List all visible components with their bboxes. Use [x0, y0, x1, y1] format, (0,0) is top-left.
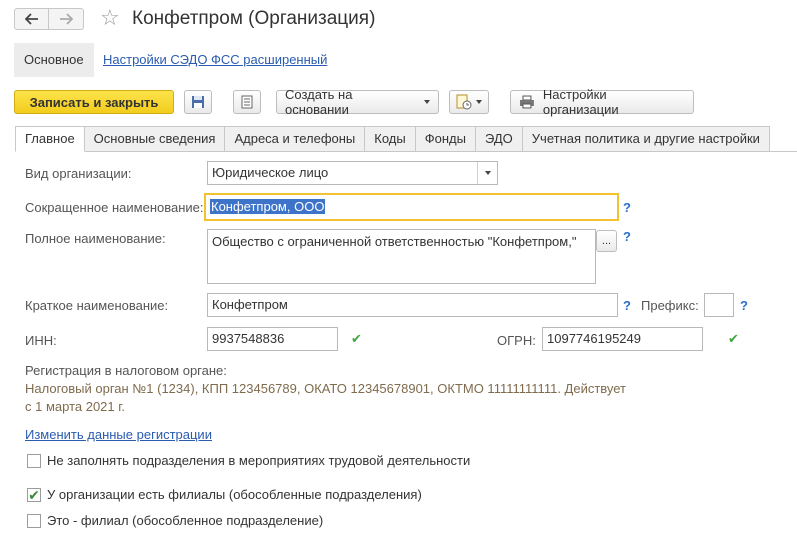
document-list-button[interactable] — [233, 90, 261, 114]
org-type-label: Вид организации: — [25, 166, 132, 181]
tab-bar: Главное Основные сведения Адреса и телеф… — [15, 126, 770, 152]
ogrn-label: ОГРН: — [497, 333, 536, 348]
checkbox-no-subdivisions-label: Не заполнять подразделения в мероприятия… — [47, 453, 471, 468]
organization-settings-button[interactable]: Настройки организации — [510, 87, 694, 117]
reports-button[interactable] — [449, 90, 489, 114]
arrow-right-icon — [60, 13, 73, 25]
report-clock-icon — [456, 94, 472, 110]
favorite-star-icon[interactable]: ☆ — [100, 7, 120, 29]
chevron-down-icon — [476, 100, 482, 104]
tax-registration-label: Регистрация в налоговом органе: — [25, 363, 227, 378]
save-and-close-button[interactable]: Записать и закрыть — [14, 90, 174, 114]
sedo-settings-link[interactable]: Настройки СЭДО ФСС расширенный — [103, 52, 327, 67]
ogrn-value: 1097746195249 — [547, 331, 641, 346]
short-name-help-icon[interactable]: ? — [623, 200, 631, 215]
change-registration-link[interactable]: Изменить данные регистрации — [25, 427, 212, 442]
forward-button[interactable] — [49, 8, 84, 30]
chevron-down-icon — [424, 100, 430, 104]
floppy-disk-icon — [192, 96, 204, 108]
short-name-input[interactable]: Конфетпром, ООО — [204, 193, 619, 221]
prefix-input[interactable] — [704, 293, 734, 317]
section-main[interactable]: Основное — [14, 43, 94, 77]
tab-edo[interactable]: ЭДО — [475, 126, 523, 152]
checkbox-has-branches[interactable]: ✔ — [27, 486, 41, 503]
create-based-on-label: Создать на основании — [285, 87, 353, 117]
org-type-dropdown-button[interactable] — [477, 162, 497, 184]
inn-label: ИНН: — [25, 333, 57, 348]
checkbox-no-subdivisions[interactable] — [27, 453, 41, 468]
checkbox-has-branches-label: У организации есть филиалы (обособленные… — [47, 487, 422, 502]
full-name-choose-button[interactable]: ... — [596, 230, 617, 252]
tab-basic-info[interactable]: Основные сведения — [84, 126, 226, 152]
brief-name-value: Конфетпром — [212, 297, 288, 312]
ogrn-valid-checkmark-icon: ✔ — [728, 331, 739, 346]
tax-registration-line2: с 1 марта 2021 г. — [25, 399, 126, 414]
checkbox-is-branch[interactable] — [27, 513, 41, 528]
org-type-select[interactable]: Юридическое лицо — [207, 161, 498, 185]
tab-codes[interactable]: Коды — [365, 126, 416, 152]
tab-funds[interactable]: Фонды — [415, 126, 476, 152]
brief-name-input[interactable]: Конфетпром — [207, 293, 618, 317]
checkbox-is-branch-row[interactable]: Это - филиал (обособленное подразделение… — [27, 513, 323, 528]
checkbox-no-subdivisions-row[interactable]: Не заполнять подразделения в мероприятия… — [27, 453, 470, 468]
page-title: Конфетпром (Организация) — [132, 8, 376, 29]
save-button[interactable] — [184, 90, 212, 114]
tab-main[interactable]: Главное — [15, 126, 85, 152]
ogrn-input[interactable]: 1097746195249 — [542, 327, 703, 351]
tab-addresses-phones[interactable]: Адреса и телефоны — [225, 126, 366, 152]
document-list-icon — [241, 95, 253, 109]
full-name-value: Общество с ограниченной ответственностью… — [212, 234, 577, 249]
prefix-help-icon[interactable]: ? — [740, 298, 748, 313]
brief-name-help-icon[interactable]: ? — [623, 298, 631, 313]
tab-accounting-policy[interactable]: Учетная политика и другие настройки — [522, 126, 770, 152]
brief-name-label: Краткое наименование: — [25, 298, 169, 313]
prefix-label: Префикс: — [641, 298, 699, 313]
org-type-value: Юридическое лицо — [212, 165, 329, 180]
short-name-label: Сокращенное наименование: — [25, 200, 204, 215]
printer-icon — [519, 95, 534, 109]
organization-settings-label: Настройки организации — [542, 87, 619, 117]
arrow-left-icon — [24, 13, 38, 25]
back-button[interactable] — [14, 8, 49, 30]
checkbox-has-branches-row[interactable]: ✔ У организации есть филиалы (обособленн… — [27, 487, 422, 502]
full-name-label: Полное наименование: — [25, 231, 166, 246]
inn-valid-checkmark-icon: ✔ — [351, 331, 362, 346]
chevron-down-icon — [484, 171, 491, 175]
tax-registration-line1: Налоговый орган №1 (1234), КПП 123456789… — [25, 381, 627, 396]
inn-value: 9937548836 — [212, 331, 285, 346]
full-name-help-icon[interactable]: ? — [623, 229, 631, 244]
inn-input[interactable]: 9937548836 — [207, 327, 338, 351]
short-name-value: Конфетпром, ООО — [210, 199, 326, 214]
full-name-input[interactable]: Общество с ограниченной ответственностью… — [207, 229, 596, 284]
create-based-on-button[interactable]: Создать на основании — [276, 87, 439, 117]
checkmark-icon: ✔ — [28, 486, 40, 503]
checkbox-is-branch-label: Это - филиал (обособленное подразделение… — [47, 513, 324, 528]
